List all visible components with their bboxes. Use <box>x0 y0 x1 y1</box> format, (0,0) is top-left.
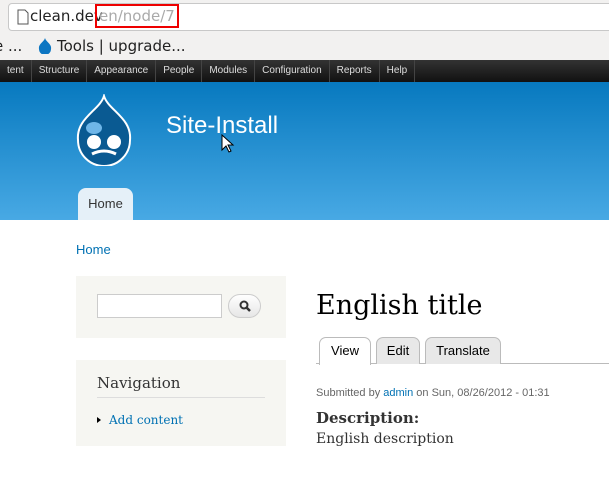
divider <box>97 397 265 398</box>
toolbar-modules[interactable]: Modules <box>202 60 256 82</box>
toolbar-reports[interactable]: Reports <box>330 60 380 82</box>
submitted-prefix: Submitted by <box>316 387 381 399</box>
drupal-icon <box>38 38 52 54</box>
toolbar-appearance[interactable]: Appearance <box>87 60 157 82</box>
page-icon <box>17 9 29 25</box>
tab-view[interactable]: View <box>319 337 371 365</box>
search-input[interactable] <box>97 294 222 318</box>
mouse-cursor-icon <box>221 134 235 153</box>
admin-toolbar: tent Structure Appearance People Modules… <box>0 60 609 82</box>
search-icon <box>239 300 251 312</box>
toolbar-content[interactable]: tent <box>0 60 32 82</box>
toolbar-configuration[interactable]: Configuration <box>255 60 330 82</box>
submitted-info: Submitted by admin on Sun, 08/26/2012 - … <box>316 387 550 399</box>
page-title: English title <box>316 290 483 321</box>
drupal-logo[interactable] <box>74 94 134 166</box>
add-content-link[interactable]: Add content <box>109 413 183 427</box>
bookmark-tools[interactable]: Tools | upgrade... <box>38 37 186 55</box>
toolbar-help[interactable]: Help <box>380 60 416 82</box>
tab-translate[interactable]: Translate <box>425 337 501 364</box>
navigation-title: Navigation <box>97 374 181 392</box>
bookmark-label: Tools | upgrade... <box>57 37 186 55</box>
field-value: English description <box>316 431 454 447</box>
main-menu-home[interactable]: Home <box>78 188 133 220</box>
navigation-block <box>76 360 286 446</box>
bookmark[interactable]: e ... <box>0 37 22 55</box>
url-path[interactable]: en/node/7 <box>95 4 179 28</box>
field-label: Description: <box>316 409 420 427</box>
bullet-icon <box>97 417 101 423</box>
search-button[interactable] <box>228 294 261 318</box>
submitted-date: on Sun, 08/26/2012 - 01:31 <box>416 387 550 399</box>
breadcrumb-home[interactable]: Home <box>76 242 111 257</box>
toolbar-people[interactable]: People <box>156 60 203 82</box>
author-link[interactable]: admin <box>383 387 413 399</box>
url-host[interactable]: clean.dev <box>30 7 103 25</box>
toolbar-structure[interactable]: Structure <box>32 60 88 82</box>
tab-edit[interactable]: Edit <box>376 337 420 364</box>
